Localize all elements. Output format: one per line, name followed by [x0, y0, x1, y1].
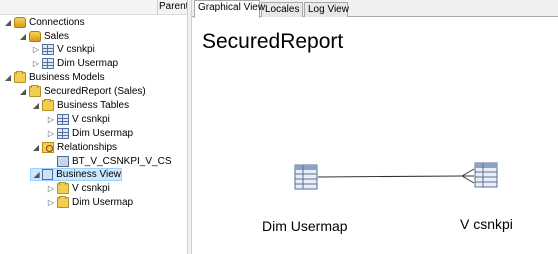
node-label-dim-usermap[interactable]: Dim Usermap — [262, 218, 348, 234]
relationship-icon — [57, 156, 69, 167]
expanded-arrow-icon[interactable]: ◢ — [32, 101, 40, 111]
tree-item-business-tables[interactable]: ◢ Business Tables — [32, 99, 129, 112]
tab-label: Graphical View — [198, 2, 266, 13]
tree-item-bt-v-csnkpi[interactable]: ▷ V csnkpi — [47, 113, 110, 126]
graphical-view-canvas[interactable]: Dim Usermap V csnkpi — [192, 17, 558, 254]
node-label-v-csnkpi[interactable]: V csnkpi — [460, 216, 513, 232]
tree-item-label: Business Tables — [57, 100, 130, 111]
tree-item-label: V csnkpi — [57, 44, 95, 55]
tree-item-relationships[interactable]: ◢ Relationships — [32, 141, 117, 154]
tab-label: Log View — [308, 4, 349, 15]
tree-item-securedreport[interactable]: ◢ SecuredReport (Sales) — [19, 85, 146, 98]
expanded-arrow-icon[interactable]: ◢ — [19, 87, 27, 97]
tab-locales[interactable]: Locales — [261, 2, 303, 17]
table-icon — [42, 58, 54, 69]
tree-item-label: SecuredReport (Sales) — [44, 86, 146, 97]
tree-item-label: Dim Usermap — [72, 128, 134, 139]
table-icon — [57, 114, 69, 125]
tree-item-bv-v-csnkpi[interactable]: ▷ V csnkpi — [47, 182, 110, 195]
database-icon — [29, 31, 41, 42]
tree-item-label: Sales — [44, 31, 70, 42]
table-icon — [42, 44, 54, 55]
collapsed-arrow-icon[interactable]: ▷ — [47, 184, 55, 194]
column-separator[interactable] — [157, 0, 158, 14]
editor-pane: Graphical View Locales Log View SecuredR… — [192, 0, 558, 254]
folder-icon — [57, 182, 69, 194]
collapsed-arrow-icon[interactable]: ▷ — [32, 45, 40, 55]
tab-graphical-view[interactable]: Graphical View — [194, 0, 265, 18]
tree-item-label: V csnkpi — [72, 114, 110, 125]
tree-item-bt-dim-usermap[interactable]: ▷ Dim Usermap — [47, 127, 133, 140]
business-tables-icon — [42, 99, 54, 111]
business-models-icon — [14, 71, 26, 83]
tree-item-label: Business View — [56, 169, 121, 180]
parent-column-header[interactable]: Parent ( — [159, 1, 187, 12]
expanded-arrow-icon[interactable]: ◢ — [33, 170, 40, 180]
expanded-arrow-icon[interactable]: ◢ — [4, 18, 12, 28]
tree-item-dim-usermap[interactable]: ▷ Dim Usermap — [32, 57, 118, 70]
view-tab-strip: Graphical View Locales Log View — [192, 0, 558, 18]
folder-icon — [57, 196, 69, 208]
tree-item-connections[interactable]: ◢ Connections — [4, 16, 85, 29]
tree-item-business-view[interactable]: ◢ Business View — [30, 168, 122, 181]
collapsed-arrow-icon[interactable]: ▷ — [47, 129, 55, 139]
tree-item-label: Relationships — [57, 142, 118, 153]
collapsed-arrow-icon[interactable]: ▷ — [47, 198, 55, 208]
expanded-arrow-icon[interactable]: ◢ — [4, 73, 12, 83]
relationships-icon — [42, 142, 54, 153]
tab-log-view[interactable]: Log View — [304, 2, 349, 17]
collapsed-arrow-icon[interactable]: ▷ — [32, 59, 40, 69]
crows-foot-marker — [461, 168, 475, 184]
model-tree-pane: Parent ( ◢ Connections ◢ Sales ▷ V csnkp… — [0, 0, 187, 254]
tree-item-bv-dim-usermap[interactable]: ▷ Dim Usermap — [47, 196, 133, 209]
tree-item-label: BT_V_CSNKPI_V_CS — [72, 156, 172, 167]
tree-item-v-csnkpi[interactable]: ▷ V csnkpi — [32, 43, 95, 56]
tree-item-business-models[interactable]: ◢ Business Models — [4, 71, 105, 84]
model-icon — [29, 85, 41, 97]
relationship-connector[interactable] — [317, 175, 463, 178]
tree-item-relationship[interactable]: BT_V_CSNKPI_V_CS — [57, 155, 172, 168]
expanded-arrow-icon[interactable]: ◢ — [19, 32, 27, 42]
tab-label: Locales — [265, 4, 300, 15]
business-view-icon — [42, 169, 54, 180]
tree-item-label: Connections — [29, 17, 85, 28]
tree-column-header: Parent ( — [0, 0, 187, 15]
collapsed-arrow-icon[interactable]: ▷ — [47, 115, 55, 125]
table-icon — [57, 128, 69, 139]
table-icon[interactable] — [474, 162, 498, 188]
table-icon[interactable] — [294, 164, 318, 190]
tree-item-label: Dim Usermap — [72, 197, 134, 208]
tree-item-label: Business Models — [29, 72, 105, 83]
expanded-arrow-icon[interactable]: ◢ — [32, 143, 40, 153]
tree-item-sales[interactable]: ◢ Sales — [19, 30, 69, 43]
tree-item-label: Dim Usermap — [57, 58, 119, 69]
tree-item-label: V csnkpi — [72, 183, 110, 194]
database-icon — [14, 17, 26, 28]
